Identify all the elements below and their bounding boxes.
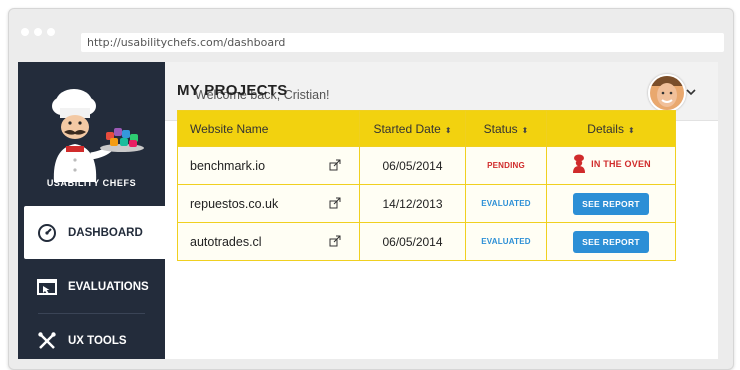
crossed-tools-icon [36,330,58,352]
status-badge: EVALUATED [465,184,547,223]
site-cell: autotrades.cl [177,222,360,261]
external-link-icon[interactable] [329,235,341,247]
page-title: MY PROJECTS [177,82,288,99]
window-dot[interactable] [47,28,55,36]
date-cell: 06/05/2014 [359,146,466,185]
date-cell: 06/05/2014 [359,222,466,261]
external-link-icon[interactable] [329,159,341,171]
gauge-icon [36,222,58,244]
sidebar-item-dashboard[interactable]: DASHBOARD [24,206,165,259]
sort-icon[interactable]: ⬍ [628,126,635,135]
sidebar-item-label: DASHBOARD [68,226,143,239]
sidebar-item-label: EVALUATIONS [68,280,149,293]
table-header-row: Website Name Started Date ⬍ Status ⬍ Detai… [177,110,676,147]
chevron-down-icon[interactable] [686,88,696,96]
address-bar[interactable]: http://usabilitychefs.com/dashboard [81,33,724,52]
column-label: Started Date [373,121,441,136]
site-name: benchmark.io [190,158,266,173]
window-dot[interactable] [34,28,42,36]
avatar[interactable] [648,74,686,112]
window-dot[interactable] [21,28,29,36]
brand-name: USABILITY CHEFS [46,178,137,188]
see-report-button[interactable]: SEE REPORT [573,192,649,215]
url-text: http://usabilitychefs.com/dashboard [87,36,286,49]
column-details[interactable]: Details ⬍ [546,110,676,147]
site-name: autotrades.cl [190,234,262,249]
chef-logo [52,89,144,182]
sidebar-item-evaluations[interactable]: EVALUATIONS [18,260,165,313]
see-report-button[interactable]: SEE REPORT [573,230,649,253]
column-started-date[interactable]: Started Date ⬍ [359,110,466,147]
table-row: autotrades.cl 06/05/2014 EVALUATED SEE R… [177,222,676,261]
status-badge: PENDING [465,146,547,185]
site-cell: repuestos.co.uk [177,184,360,223]
table-row: repuestos.co.uk 14/12/2013 EVALUATED SEE… [177,184,676,223]
details-cell: SEE REPORT [546,222,676,261]
table-row: benchmark.io 06/05/2014 PENDING IN THE O… [177,146,676,185]
details-cell: IN THE OVEN [546,146,676,185]
external-link-icon[interactable] [329,197,341,209]
projects-table: Website Name Started Date ⬍ Status ⬍ Detai… [177,110,676,261]
sort-icon[interactable]: ⬍ [522,126,529,135]
status-badge: EVALUATED [465,222,547,261]
sidebar-item-ux-tools[interactable]: UX TOOLS [18,314,165,359]
chef-icon [573,154,586,173]
date-cell: 14/12/2013 [359,184,466,223]
column-status[interactable]: Status ⬍ [465,110,547,147]
sidebar-item-label: UX TOOLS [68,334,127,347]
cursor-window-icon [36,276,58,298]
column-label: Status [483,121,518,136]
site-cell: benchmark.io [177,146,360,185]
column-label: Website Name [190,121,269,136]
sort-icon[interactable]: ⬍ [445,126,452,135]
site-name: repuestos.co.uk [190,196,279,211]
column-website-name[interactable]: Website Name [177,110,360,147]
details-label: IN THE OVEN [591,159,651,169]
in-the-oven-indicator: IN THE OVEN [571,154,651,174]
column-label: Details [587,121,624,136]
window-controls [21,28,55,36]
sidebar: USABILITY CHEFS DASHBOARD EVALUATIONS UX… [18,62,165,359]
details-cell: SEE REPORT [546,184,676,223]
